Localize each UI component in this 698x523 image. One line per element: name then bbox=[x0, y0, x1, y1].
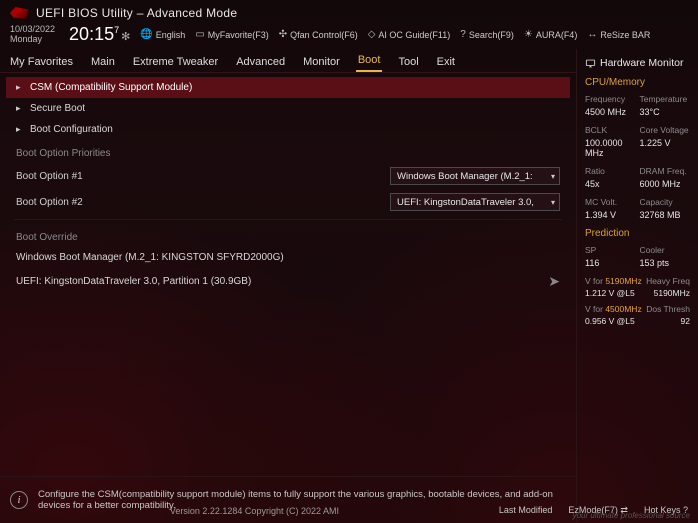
link-icon: ↔ bbox=[587, 29, 597, 40]
tab-exit[interactable]: Exit bbox=[435, 52, 457, 72]
tab-monitor[interactable]: Monitor bbox=[301, 52, 342, 72]
menu-secure-boot[interactable]: ▸ Secure Boot bbox=[6, 98, 570, 119]
search-button[interactable]: ?Search(F9) bbox=[460, 29, 514, 40]
watermark: your ultimate professional source bbox=[573, 511, 690, 520]
boot-option-1-label: Boot Option #1 bbox=[16, 171, 216, 182]
chevron-right-icon: ▸ bbox=[16, 124, 26, 135]
day-text: Monday bbox=[10, 35, 55, 45]
boot-option-2-label: Boot Option #2 bbox=[16, 197, 216, 208]
globe-icon: 🌐 bbox=[140, 29, 152, 40]
version-text: Version 2.22.1284 Copyright (C) 2022 AMI bbox=[10, 506, 499, 516]
chevron-down-icon: ▾ bbox=[551, 172, 555, 181]
clock-gear-icon[interactable]: ✻ bbox=[121, 30, 130, 43]
search-icon: ? bbox=[460, 29, 466, 40]
menu-csm[interactable]: ▸ CSM (Compatibility Support Module) bbox=[6, 77, 570, 98]
rog-logo-icon bbox=[10, 7, 28, 19]
chevron-right-icon: ▸ bbox=[16, 82, 26, 93]
cpu-memory-heading: CPU/Memory bbox=[585, 77, 690, 88]
datetime-block: 10/03/2022 Monday bbox=[10, 25, 55, 45]
tab-advanced[interactable]: Advanced bbox=[234, 52, 287, 72]
chevron-down-icon: ▾ bbox=[551, 198, 555, 207]
boot-option-1-row: Boot Option #1 Windows Boot Manager (M.2… bbox=[6, 163, 570, 189]
boot-option-2-dropdown[interactable]: UEFI: KingstonDataTraveler 3.0, ▾ bbox=[390, 193, 560, 211]
tab-my-favorites[interactable]: My Favorites bbox=[8, 52, 75, 72]
aura-button[interactable]: ☀AURA(F4) bbox=[524, 29, 577, 40]
tab-main[interactable]: Main bbox=[89, 52, 117, 72]
language-menu[interactable]: 🌐English bbox=[140, 29, 185, 40]
page-title: UEFI BIOS Utility – Advanced Mode bbox=[36, 6, 237, 20]
chevron-right-icon: ▸ bbox=[16, 103, 26, 114]
star-box-icon: ▭ bbox=[195, 29, 204, 40]
tab-boot[interactable]: Boot bbox=[356, 50, 383, 72]
hw-title: Hardware Monitor bbox=[600, 57, 683, 69]
monitor-icon bbox=[585, 58, 596, 69]
prediction-heading: Prediction bbox=[585, 228, 690, 239]
hardware-monitor-panel: Hardware Monitor CPU/Memory FrequencyTem… bbox=[576, 49, 698, 522]
myfavorite-button[interactable]: ▭MyFavorite(F3) bbox=[195, 29, 268, 40]
fan-icon: ✣ bbox=[279, 29, 287, 40]
tab-tool[interactable]: Tool bbox=[396, 52, 420, 72]
tab-extreme-tweaker[interactable]: Extreme Tweaker bbox=[131, 52, 220, 72]
clock: 20:157✻ bbox=[69, 24, 130, 45]
ai-oc-button[interactable]: ◇AI OC Guide(F11) bbox=[368, 29, 451, 40]
aura-icon: ☀ bbox=[524, 29, 533, 40]
override-item-2[interactable]: UEFI: KingstonDataTraveler 3.0, Partitio… bbox=[6, 268, 570, 295]
boot-option-2-row: Boot Option #2 UEFI: KingstonDataTravele… bbox=[6, 189, 570, 215]
chip-icon: ◇ bbox=[368, 29, 376, 40]
boot-option-1-dropdown[interactable]: Windows Boot Manager (M.2_1: ▾ bbox=[390, 167, 560, 185]
main-tabs: My Favorites Main Extreme Tweaker Advanc… bbox=[0, 49, 576, 73]
override-item-1[interactable]: Windows Boot Manager (M.2_1: KINGSTON SF… bbox=[6, 247, 570, 268]
qfan-button[interactable]: ✣Qfan Control(F6) bbox=[279, 29, 358, 40]
boot-priorities-label: Boot Option Priorities bbox=[6, 140, 570, 163]
resizebar-button[interactable]: ↔ReSize BAR bbox=[587, 29, 650, 40]
cursor-icon: ➤ bbox=[548, 273, 560, 290]
last-modified-button[interactable]: Last Modified bbox=[499, 505, 553, 516]
menu-boot-configuration[interactable]: ▸ Boot Configuration bbox=[6, 119, 570, 140]
boot-override-label: Boot Override bbox=[6, 224, 570, 247]
